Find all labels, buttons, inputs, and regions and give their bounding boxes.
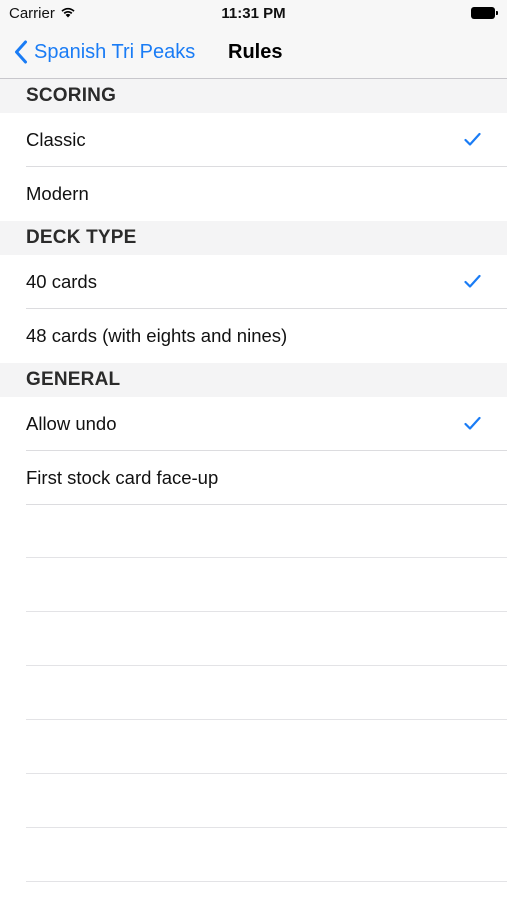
option-label: 40 cards <box>26 271 97 292</box>
section-header-general: GENERAL <box>0 363 507 397</box>
option-row-classic[interactable]: Classic <box>0 113 507 167</box>
back-button[interactable]: Spanish Tri Peaks <box>14 40 195 64</box>
option-row-first-stock-card[interactable]: First stock card face-up <box>0 451 507 505</box>
checkmark-icon <box>464 274 481 288</box>
rules-table: SCORING Classic Modern DECK TYPE 40 card… <box>0 79 507 505</box>
option-row-40-cards[interactable]: 40 cards <box>0 255 507 309</box>
option-label: 48 cards (with eights and nines) <box>26 325 288 346</box>
option-label: Classic <box>26 129 86 150</box>
option-row-allow-undo[interactable]: Allow undo <box>0 397 507 451</box>
back-button-label: Spanish Tri Peaks <box>34 40 196 63</box>
navigation-bar: Spanish Tri Peaks Rules <box>0 28 507 79</box>
option-row-modern[interactable]: Modern <box>0 167 507 221</box>
empty-table-area <box>0 504 507 882</box>
empty-row-separator <box>0 666 507 720</box>
battery-icon <box>471 7 498 19</box>
option-row-48-cards[interactable]: 48 cards (with eights and nines) <box>0 309 507 363</box>
clock: 11:31 PM <box>221 5 286 22</box>
section-header-deck-type: DECK TYPE <box>0 221 507 255</box>
section-header-scoring: SCORING <box>0 79 507 113</box>
option-label: Allow undo <box>26 413 117 434</box>
chevron-left-icon <box>15 40 27 64</box>
checkmark-icon <box>464 416 481 430</box>
option-label: Modern <box>26 183 89 204</box>
empty-row-separator <box>0 774 507 828</box>
page-title: Rules <box>228 41 283 63</box>
empty-row-separator <box>0 828 507 882</box>
empty-row-separator <box>0 504 507 558</box>
empty-row-separator <box>0 612 507 666</box>
empty-row-separator <box>0 558 507 612</box>
empty-row-separator <box>0 720 507 774</box>
option-label: First stock card face-up <box>26 467 219 488</box>
status-bar: Carrier 11:31 PM <box>0 0 507 28</box>
checkmark-icon <box>464 132 481 146</box>
